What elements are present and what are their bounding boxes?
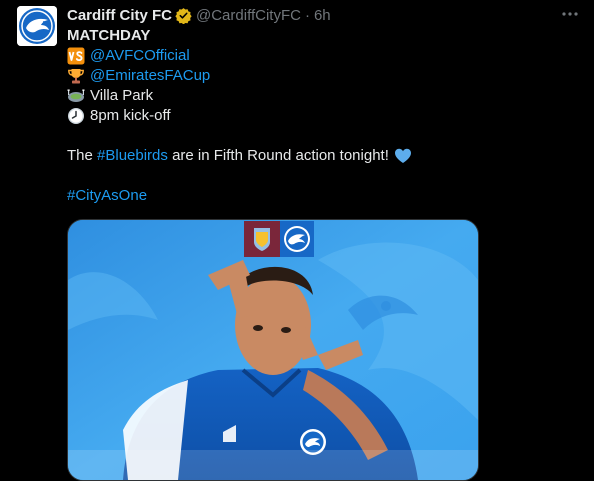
stadium-emoji-icon bbox=[67, 87, 85, 105]
bluebirds-hashtag-link[interactable]: #Bluebirds bbox=[97, 146, 168, 166]
line-spacer bbox=[67, 126, 567, 146]
trophy-emoji-icon bbox=[67, 67, 85, 85]
author-name[interactable]: Cardiff City FC bbox=[67, 7, 172, 24]
avatar[interactable] bbox=[17, 6, 57, 46]
author-handle[interactable]: @CardiffCityFC bbox=[196, 7, 301, 24]
verified-badge-icon[interactable] bbox=[175, 7, 192, 24]
action-sentence: The #Bluebirds are in Fifth Round action… bbox=[67, 146, 567, 166]
competition-line: @EmiratesFACup bbox=[67, 66, 567, 86]
vs-emoji-icon bbox=[67, 47, 85, 65]
competition-mention-link[interactable]: @EmiratesFACup bbox=[90, 66, 210, 86]
timestamp[interactable]: 6h bbox=[314, 7, 331, 24]
clock-emoji-icon bbox=[67, 107, 85, 125]
opponent-mention-link[interactable]: @AVFCOfficial bbox=[90, 46, 190, 66]
matchday-heading: MATCHDAY bbox=[67, 27, 151, 44]
venue-text: Villa Park bbox=[90, 87, 154, 104]
blue-heart-emoji-icon bbox=[394, 147, 412, 165]
sentence-start: The bbox=[67, 147, 98, 164]
tweet-header: Cardiff City FC @CardiffCityFC · 6h bbox=[67, 5, 331, 25]
matchday-graphic bbox=[68, 220, 478, 480]
separator-dot: · bbox=[304, 6, 310, 24]
tweet[interactable]: Cardiff City FC @CardiffCityFC · 6h MATC… bbox=[0, 0, 594, 481]
kickoff-text: 8pm kick-off bbox=[90, 107, 171, 124]
hashtag-line: #CityAsOne bbox=[67, 186, 567, 206]
tweet-media-image[interactable] bbox=[67, 219, 479, 481]
cardiff-crest-icon bbox=[17, 6, 57, 46]
cityasone-hashtag-link[interactable]: #CityAsOne bbox=[67, 186, 147, 206]
tweet-text: MATCHDAY @AVFCOfficial @EmiratesFACup Vi… bbox=[67, 26, 567, 206]
more-options-icon[interactable] bbox=[560, 6, 580, 22]
opponent-line: @AVFCOfficial bbox=[67, 46, 567, 66]
sentence-end: are in Fifth Round action tonight! bbox=[167, 147, 389, 164]
line-spacer bbox=[67, 166, 567, 186]
kickoff-line: 8pm kick-off bbox=[67, 106, 567, 126]
venue-line: Villa Park bbox=[67, 86, 567, 106]
